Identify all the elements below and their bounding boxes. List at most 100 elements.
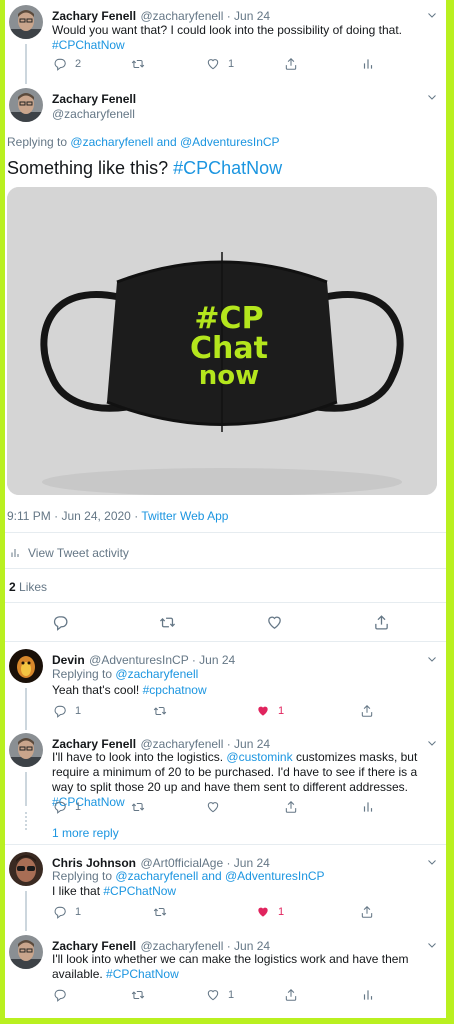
timestamp[interactable]: 9:11 PM · Jun 24, 2020 · [7,509,138,523]
reply-button[interactable]: 1 [53,704,81,718]
avatar[interactable] [9,5,43,39]
chevron-down-icon[interactable] [426,8,438,20]
mention-link[interactable]: @AdventuresInCP [225,869,325,883]
author-name[interactable]: Zachary Fenell [52,9,136,23]
tweet-image[interactable]: #CP Chat now [7,187,437,495]
hashtag-link[interactable]: #CPChatNow [106,967,179,981]
chevron-down-icon[interactable] [426,90,438,102]
mention-link[interactable]: @customink [226,750,292,764]
avatar[interactable] [9,649,43,683]
handle-date[interactable]: @zacharyfenell · Jun 24 [141,939,271,953]
share-button[interactable] [373,614,390,631]
replying-and: and [201,869,222,883]
thread-line [25,688,27,730]
mention-link[interactable]: @zacharyfenell [115,667,198,681]
author-name[interactable]: Zachary Fenell [52,92,136,106]
thread-line [25,772,27,806]
source-link[interactable]: Twitter Web App [141,509,228,523]
like-button[interactable] [266,614,283,631]
divider [5,532,446,533]
thread-line [25,891,27,931]
reply-count: 2 [75,58,82,70]
retweet-button[interactable] [153,905,167,919]
handle-date[interactable]: @AdventuresInCP · Jun 24 [89,653,235,667]
like-button[interactable]: 1 [206,988,234,1002]
author-name[interactable]: Zachary Fenell [52,939,136,953]
retweet-button[interactable] [131,800,145,814]
tweet-text: Would you want that? I could look into t… [52,23,402,37]
like-icon [266,614,283,631]
author-handle[interactable]: @zacharyfenell [52,107,135,121]
handle-date[interactable]: @zacharyfenell · Jun 24 [141,9,271,23]
likes-summary[interactable]: 2 Likes [9,580,47,594]
share-button[interactable] [360,704,374,718]
mention-link[interactable]: @zacharyfenell [115,869,198,883]
divider [5,568,446,569]
share-button[interactable] [284,57,298,71]
retweet-icon [153,905,167,919]
more-replies-link[interactable]: 1 more reply [52,826,119,840]
like-button[interactable]: 1 [256,704,284,718]
avatar[interactable] [9,733,43,767]
share-button[interactable] [360,905,374,919]
like-icon [206,800,220,814]
tweet-text: I'll have to look into the logistics. [52,750,224,764]
author-name[interactable]: Zachary Fenell [52,737,136,751]
likes-count: 2 [9,580,16,594]
hashtag-link[interactable]: #CPChatNow [103,884,176,898]
avatar[interactable] [9,852,43,886]
retweet-button[interactable] [153,704,167,718]
reply-button[interactable] [53,988,67,1002]
chevron-down-icon[interactable] [426,736,438,748]
retweet-icon [131,988,145,1002]
share-icon [284,988,298,1002]
analytics-icon [361,57,375,71]
tweet-text: I like that [52,884,101,898]
tweet-text: Something like this? [7,158,169,178]
author-name[interactable]: Chris Johnson [52,856,136,870]
reply-button[interactable] [52,614,69,631]
view-activity-link[interactable]: View Tweet activity [9,546,129,560]
reply-count: 1 [75,906,82,918]
mention-link[interactable]: @zacharyfenell [70,135,153,149]
replying-to: Replying to @zacharyfenell and @Adventur… [7,135,280,149]
reply-icon [53,988,67,1002]
divider [5,602,446,603]
share-button[interactable] [284,988,298,1002]
like-button[interactable]: 1 [206,57,234,71]
analytics-button[interactable] [361,988,375,1002]
handle-date[interactable]: @Art0fficialAge · Jun 24 [140,856,269,870]
like-button[interactable]: 1 [256,905,284,919]
avatar[interactable] [9,88,43,122]
reply-icon [53,57,67,71]
chevron-down-icon[interactable] [426,652,438,664]
divider [5,844,446,845]
like-icon [206,57,220,71]
like-button[interactable] [206,800,220,814]
handle-date[interactable]: @zacharyfenell · Jun 24 [141,737,271,751]
reply-button[interactable]: 1 [53,905,81,919]
hashtag-link[interactable]: #cpchatnow [143,683,207,697]
reply-button[interactable]: 1 [53,800,81,814]
share-button[interactable] [284,800,298,814]
retweet-button[interactable] [131,988,145,1002]
replying-label: Replying to [52,667,113,681]
hashtag-link[interactable]: #CPChatNow [173,158,282,178]
avatar[interactable] [9,935,43,969]
reply-button[interactable]: 2 [53,57,81,71]
retweet-button[interactable] [159,614,176,631]
analytics-button[interactable] [361,57,375,71]
analytics-button[interactable] [361,800,375,814]
retweet-icon [159,614,176,631]
chevron-down-icon[interactable] [426,938,438,950]
mention-link[interactable]: @AdventuresInCP [180,135,280,149]
retweet-button[interactable] [131,57,145,71]
share-icon [360,905,374,919]
hashtag-link[interactable]: #CPChatNow [52,38,125,52]
share-icon [284,57,298,71]
reply-icon [53,905,67,919]
likes-label: Likes [19,580,48,594]
like-count: 1 [278,906,285,918]
author-name[interactable]: Devin [52,653,85,667]
chevron-down-icon[interactable] [426,855,438,867]
